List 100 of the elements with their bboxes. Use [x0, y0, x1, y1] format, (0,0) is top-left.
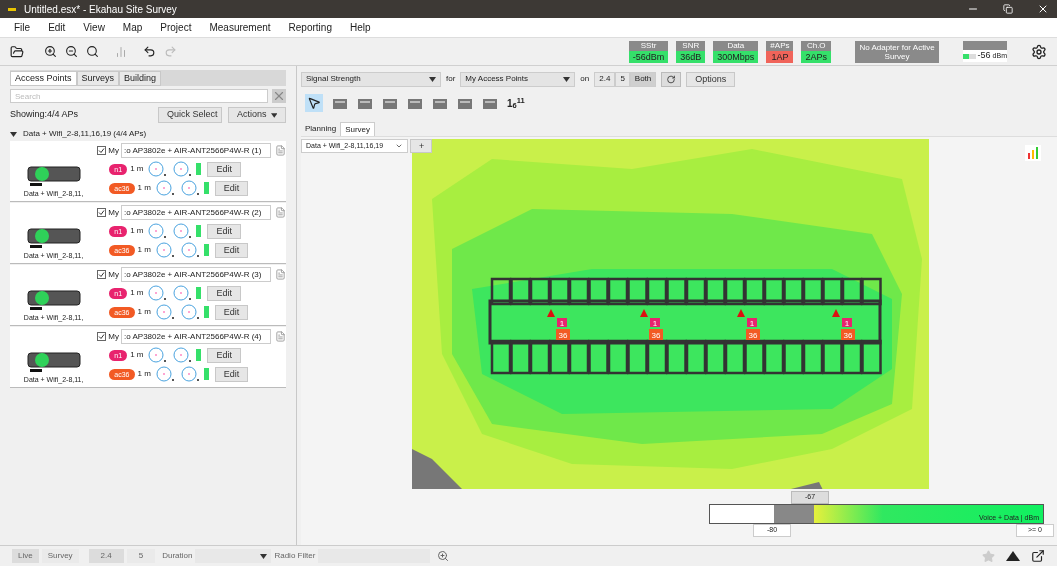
ap-name-field[interactable]: :o AP3802e + AIR-ANT2566P4W-R (4)	[121, 329, 271, 344]
meter-label: Data	[713, 40, 759, 51]
on-label: on	[580, 73, 590, 85]
edit-button[interactable]: Edit	[214, 180, 249, 196]
radio-distance: 1 m	[137, 182, 151, 194]
close-icon[interactable]	[1037, 3, 1049, 15]
for-label: for	[446, 73, 456, 85]
duration-label: Duration	[162, 550, 193, 562]
edit-button[interactable]: Edit	[214, 242, 249, 258]
menu-item[interactable]: Map	[122, 20, 143, 35]
app-icon	[8, 7, 16, 11]
legend-icon[interactable]	[1025, 145, 1041, 161]
star-icon[interactable]	[982, 549, 995, 563]
view-tab[interactable]: Planning	[301, 122, 341, 136]
radio-distance: 1 m	[130, 349, 144, 361]
band-toggle[interactable]: 2.4	[594, 71, 616, 87]
antenna-pattern-icon	[153, 304, 176, 320]
ap-checkbox[interactable]	[97, 208, 107, 217]
ap-checkbox[interactable]	[97, 270, 107, 279]
antenna-pattern-icon	[178, 304, 201, 320]
antenna-pattern-icon	[171, 161, 194, 177]
search-field[interactable]: Search	[10, 89, 268, 103]
actions-button[interactable]: Actions	[228, 107, 286, 123]
band-toggle[interactable]: 2.4	[88, 549, 124, 563]
zoom-fit-icon[interactable]	[86, 45, 99, 58]
radio-distance: 1 m	[137, 244, 151, 256]
zoom-out-icon[interactable]	[65, 45, 78, 58]
menu-item[interactable]: View	[83, 20, 105, 35]
antenna-pattern-icon	[146, 161, 169, 177]
access-point-icon[interactable]	[737, 309, 745, 317]
band-toggle[interactable]: 5	[126, 549, 156, 563]
radio-filter-label: Radio Filter	[274, 550, 316, 562]
ap-channel-label: 1	[559, 319, 565, 328]
band-toggle[interactable]: 5	[615, 71, 630, 87]
ap-channel-label: 1	[844, 319, 850, 328]
edit-button[interactable]: Edit	[207, 161, 241, 177]
zoom-in-icon[interactable]	[44, 45, 57, 58]
options-button[interactable]: Options	[686, 71, 736, 87]
settings-icon[interactable]	[1031, 43, 1047, 60]
visualization-dropdown[interactable]: Signal Strength	[301, 71, 441, 87]
menu-item[interactable]: Reporting	[288, 20, 332, 35]
pointer-icon[interactable]	[305, 94, 323, 112]
edit-button[interactable]: Edit	[207, 223, 241, 239]
wall-icon[interactable]	[332, 96, 348, 110]
dropdown-caret-icon	[260, 553, 268, 559]
pop-out-icon[interactable]	[1031, 549, 1045, 563]
antenna-pattern-icon	[153, 180, 176, 196]
edit-button[interactable]: Edit	[214, 304, 249, 320]
antenna-pattern-icon	[146, 285, 169, 301]
antenna-pattern-icon	[178, 366, 201, 382]
band-toggle[interactable]: Both	[629, 71, 657, 87]
collapse-up-icon[interactable]	[1006, 551, 1020, 561]
ap-checkbox[interactable]	[97, 332, 107, 341]
access-point-icon[interactable]	[547, 309, 555, 317]
quick-select-button[interactable]: Quick Select	[158, 107, 222, 123]
clear-search-icon[interactable]	[272, 89, 286, 103]
ap-channel-label: 1	[749, 319, 755, 328]
menu-item[interactable]: File	[14, 20, 31, 35]
meter-label: SNR	[676, 40, 706, 51]
restore-icon[interactable]	[1003, 4, 1013, 14]
radio-power-icon	[196, 349, 202, 361]
view-tab[interactable]: Survey	[340, 122, 376, 136]
ap-checkbox[interactable]	[97, 146, 107, 155]
chart-icon[interactable]	[115, 45, 127, 58]
ap-channel-label: 36	[651, 331, 661, 340]
radio-power-icon	[203, 368, 209, 380]
adapter-notice: No Adapter for Active Survey	[855, 40, 939, 63]
antenna-pattern-icon	[153, 366, 176, 382]
access-point-icon[interactable]	[832, 309, 840, 317]
access-point-icon[interactable]	[640, 309, 648, 317]
undo-icon[interactable]	[143, 45, 156, 58]
ap-name-field[interactable]: :o AP3802e + AIR-ANT2566P4W-R (2)	[121, 205, 271, 220]
target-dropdown[interactable]: My Access Points	[460, 71, 576, 87]
edit-button[interactable]: Edit	[214, 366, 249, 382]
edit-button[interactable]: Edit	[207, 347, 241, 363]
antenna-pattern-icon	[171, 285, 194, 301]
open-folder-icon[interactable]	[10, 44, 24, 59]
meter-header	[963, 41, 1007, 50]
panel-tab[interactable]: Surveys	[76, 71, 120, 86]
dropdown-caret-icon	[429, 76, 436, 82]
mode-toggle[interactable]: Live	[12, 549, 39, 563]
edit-button[interactable]: Edit	[207, 285, 241, 301]
group-label[interactable]: Data + Wifi_2-8,11,16,19 (4/4 APs)	[23, 128, 147, 140]
radio-distance: 1 m	[137, 368, 151, 380]
radio-distance: 1 m	[130, 287, 144, 299]
add-floor-button[interactable]: +	[410, 139, 432, 153]
panel-tab[interactable]: Building	[119, 71, 162, 86]
mode-toggle[interactable]: Survey	[41, 549, 79, 563]
showing-count: Showing:4/4 APs	[10, 108, 80, 122]
radio-power-icon	[203, 244, 209, 256]
ap-name-field[interactable]: :o AP3802e + AIR-ANT2566P4W-R (3)	[121, 267, 271, 282]
menu-item[interactable]: Measurement	[209, 20, 271, 35]
refresh-icon[interactable]	[661, 71, 682, 87]
panel-tab[interactable]: Access Points	[10, 71, 77, 86]
signal-reading: -56	[977, 49, 991, 63]
ap-name-field[interactable]: :o AP3802e + AIR-ANT2566P4W-R (1)	[121, 143, 271, 158]
menu-item[interactable]: Project	[160, 20, 192, 35]
menu-item[interactable]: Edit	[48, 20, 66, 35]
menu-item[interactable]: Help	[349, 20, 371, 35]
radio-distance: 1 m	[130, 225, 144, 237]
